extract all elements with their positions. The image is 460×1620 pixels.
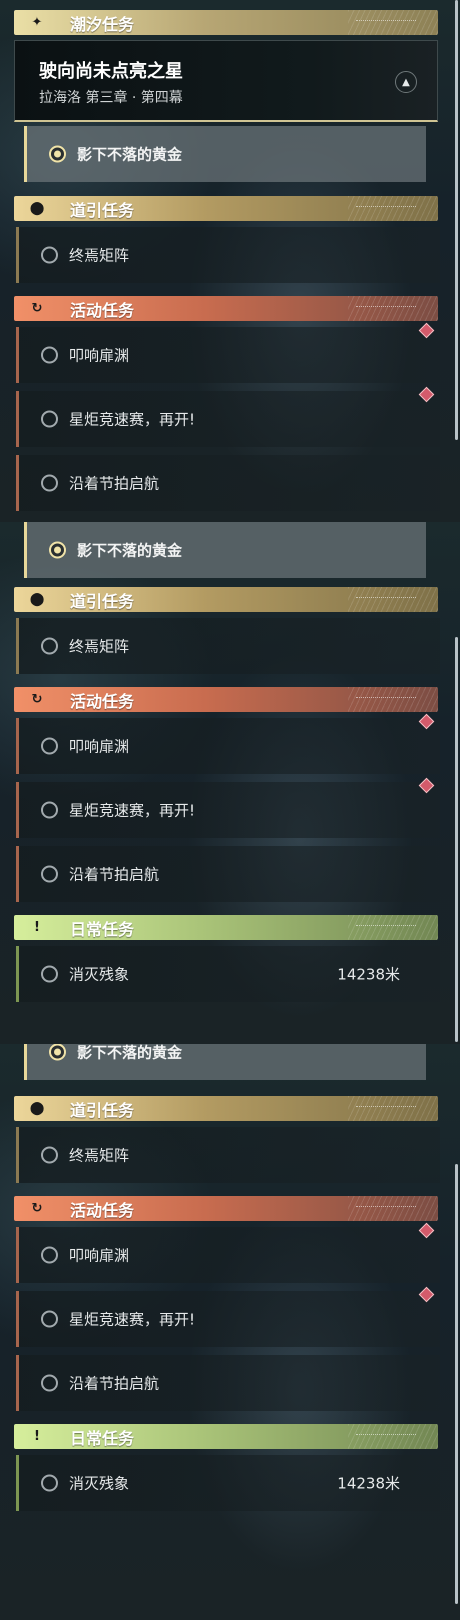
radio-icon[interactable] xyxy=(41,1474,58,1492)
radio-icon[interactable] xyxy=(41,1310,58,1328)
radio-selected-icon[interactable] xyxy=(49,1044,66,1061)
scrollbar[interactable] xyxy=(455,0,458,440)
header-decoration xyxy=(356,306,416,309)
active-quest-item[interactable]: 影下不落的黄金 xyxy=(24,126,426,182)
main-quest-card[interactable]: 驶向尚未点亮之星 拉海洛 第三章 · 第四幕 ▲ xyxy=(14,40,438,122)
radio-icon[interactable] xyxy=(41,965,58,983)
location-pin-icon: ⬤ xyxy=(29,201,45,216)
quest-label: 叩响扉渊 xyxy=(69,1246,130,1265)
radio-icon[interactable] xyxy=(41,865,58,883)
scrollbar[interactable] xyxy=(455,637,458,1042)
header-title: 活动任务 xyxy=(70,300,135,320)
quest-item-guide[interactable]: 终焉矩阵 xyxy=(16,618,440,674)
radio-icon[interactable] xyxy=(41,737,58,755)
quest-item-event[interactable]: 叩响扉渊 xyxy=(16,1227,440,1283)
quest-item-event[interactable]: 叩响扉渊 xyxy=(16,327,440,383)
radio-icon[interactable] xyxy=(41,346,58,364)
sparkle-icon: ✦ xyxy=(31,15,43,30)
quest-label: 影下不落的黄金 xyxy=(77,1044,183,1062)
main-quest-title: 驶向尚未点亮之星 xyxy=(39,61,183,82)
header-tide-quests[interactable]: ✦ 潮汐任务 xyxy=(14,10,438,35)
quest-item-event[interactable]: 星炬竞速赛，再开! xyxy=(16,1291,440,1347)
quest-label: 星炬竞速赛，再开! xyxy=(69,1310,196,1329)
header-event-quests[interactable]: ↻ 活动任务 xyxy=(14,1196,438,1221)
quest-label: 消灭残象 xyxy=(69,965,130,984)
quest-label: 终焉矩阵 xyxy=(69,637,130,656)
quest-label: 消灭残象 xyxy=(69,1474,130,1493)
header-guide-quests[interactable]: ⬤ 道引任务 xyxy=(14,587,438,612)
quest-label: 沿着节拍启航 xyxy=(69,1374,160,1393)
header-guide-quests[interactable]: ⬤ 道引任务 xyxy=(14,196,438,221)
quest-item-event[interactable]: 沿着节拍启航 xyxy=(16,1355,440,1411)
quest-item-event[interactable]: 星炬竞速赛，再开! xyxy=(16,391,440,447)
radio-icon[interactable] xyxy=(41,801,58,819)
header-decoration xyxy=(356,1206,416,1209)
active-quest-item[interactable]: 影下不落的黄金 xyxy=(24,522,426,578)
header-title: 道引任务 xyxy=(70,1100,135,1120)
header-title: 活动任务 xyxy=(70,1200,135,1220)
quest-panel-3: 影下不落的黄金 ⬤ 道引任务 终焉矩阵 ↻ 活动任务 叩响扉渊 星炬竞速赛，再开… xyxy=(0,1044,460,1620)
radio-icon[interactable] xyxy=(41,1374,58,1392)
header-decoration xyxy=(356,597,416,600)
exclamation-icon: ! xyxy=(34,1429,40,1444)
quest-label: 沿着节拍启航 xyxy=(69,474,160,493)
radio-icon[interactable] xyxy=(41,246,58,264)
quest-label: 影下不落的黄金 xyxy=(77,145,183,164)
header-decoration xyxy=(356,1434,416,1437)
quest-item-event[interactable]: 叩响扉渊 xyxy=(16,718,440,774)
radio-icon[interactable] xyxy=(41,1146,58,1164)
quest-item-guide[interactable]: 终焉矩阵 xyxy=(16,227,440,283)
radio-selected-icon[interactable] xyxy=(49,541,66,559)
refresh-icon: ↻ xyxy=(31,1201,43,1216)
header-event-quests[interactable]: ↻ 活动任务 xyxy=(14,296,438,321)
quest-label: 叩响扉渊 xyxy=(69,737,130,756)
location-pin-icon: ⬤ xyxy=(29,1101,45,1116)
quest-label: 星炬竞速赛，再开! xyxy=(69,410,196,429)
header-title: 道引任务 xyxy=(70,591,135,611)
quest-label: 叩响扉渊 xyxy=(69,346,130,365)
radio-icon[interactable] xyxy=(41,637,58,655)
header-daily-quests[interactable]: ! 日常任务 xyxy=(14,1424,438,1449)
quest-distance: 14238米 xyxy=(337,965,400,984)
header-decoration xyxy=(356,20,416,23)
quest-label: 终焉矩阵 xyxy=(69,1146,130,1165)
quest-panel-1: ✦ 潮汐任务 驶向尚未点亮之星 拉海洛 第三章 · 第四幕 ▲ 影下不落的黄金 … xyxy=(0,0,460,522)
quest-item-event[interactable]: 沿着节拍启航 xyxy=(16,455,440,511)
scrollbar[interactable] xyxy=(455,1164,458,1604)
header-title: 日常任务 xyxy=(70,919,135,939)
radio-selected-icon[interactable] xyxy=(49,145,66,163)
radio-icon[interactable] xyxy=(41,410,58,428)
location-pin-icon: ⬤ xyxy=(29,592,45,607)
quest-distance: 14238米 xyxy=(337,1474,400,1493)
radio-icon[interactable] xyxy=(41,474,58,492)
quest-item-daily[interactable]: 消灭残象 14238米 xyxy=(16,946,440,1002)
quest-item-guide[interactable]: 终焉矩阵 xyxy=(16,1127,440,1183)
header-decoration xyxy=(356,697,416,700)
radio-icon[interactable] xyxy=(41,1246,58,1264)
header-guide-quests[interactable]: ⬤ 道引任务 xyxy=(14,1096,438,1121)
exclamation-icon: ! xyxy=(34,920,40,935)
quest-panel-2: 影下不落的黄金 ⬤ 道引任务 终焉矩阵 ↻ 活动任务 叩响扉渊 星炬竞速赛，再开… xyxy=(0,522,460,1044)
quest-item-event[interactable]: 星炬竞速赛，再开! xyxy=(16,782,440,838)
quest-label: 终焉矩阵 xyxy=(69,246,130,265)
header-daily-quests[interactable]: ! 日常任务 xyxy=(14,915,438,940)
header-decoration xyxy=(356,206,416,209)
header-decoration xyxy=(356,925,416,928)
header-title: 潮汐任务 xyxy=(70,14,135,34)
main-quest-subtitle: 拉海洛 第三章 · 第四幕 xyxy=(39,90,183,106)
refresh-icon: ↻ xyxy=(31,692,43,707)
quest-item-daily[interactable]: 消灭残象 14238米 xyxy=(16,1455,440,1511)
header-title: 活动任务 xyxy=(70,691,135,711)
quest-label: 沿着节拍启航 xyxy=(69,865,160,884)
header-event-quests[interactable]: ↻ 活动任务 xyxy=(14,687,438,712)
chevron-up-icon[interactable]: ▲ xyxy=(395,71,417,93)
header-title: 日常任务 xyxy=(70,1428,135,1448)
quest-item-event[interactable]: 沿着节拍启航 xyxy=(16,846,440,902)
header-decoration xyxy=(356,1106,416,1109)
header-title: 道引任务 xyxy=(70,200,135,220)
quest-label: 影下不落的黄金 xyxy=(77,541,183,560)
refresh-icon: ↻ xyxy=(31,301,43,316)
quest-label: 星炬竞速赛，再开! xyxy=(69,801,196,820)
active-quest-item[interactable]: 影下不落的黄金 xyxy=(24,1044,426,1080)
